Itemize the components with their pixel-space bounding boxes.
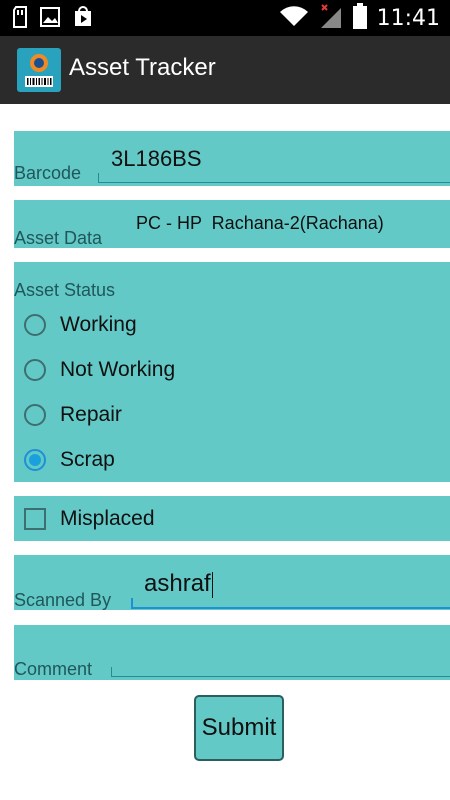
barcode-field[interactable]: 3L186BS — [111, 146, 202, 172]
misplaced-checkbox[interactable] — [24, 508, 46, 530]
radio-label: Working — [60, 313, 137, 336]
radio-button-selected[interactable] — [24, 449, 46, 471]
barcode-underline — [98, 173, 450, 183]
comment-panel: Comment — [14, 625, 450, 680]
asset-data-dropdown[interactable]: PC - HP Rachana-2(Rachana) — [136, 213, 384, 234]
asset-status-label: Asset Status — [14, 280, 116, 300]
asset-status-panel: Asset Status Working Not Working Repair … — [14, 262, 450, 482]
app-title: Asset Tracker — [69, 54, 216, 81]
radio-label: Scrap — [60, 448, 115, 471]
clock: 11:41 — [376, 5, 440, 31]
asset-data-panel: Asset Data PC - HP Rachana-2(Rachana) — [14, 200, 450, 248]
scanned-by-underline — [131, 598, 450, 609]
asset-data-label: Asset Data — [14, 228, 103, 248]
radio-working[interactable]: Working — [24, 307, 137, 343]
radio-repair[interactable]: Repair — [24, 397, 122, 433]
scanned-by-panel: Scanned By ashraf — [14, 555, 450, 610]
status-icons-left — [12, 6, 94, 32]
comment-label: Comment — [14, 659, 93, 679]
signal-no-service-icon — [319, 4, 343, 32]
radio-button[interactable] — [24, 359, 46, 381]
battery-icon — [352, 3, 367, 33]
scanned-by-field[interactable]: ashraf — [144, 570, 214, 598]
misplaced-panel: Misplaced — [14, 496, 450, 541]
radio-button[interactable] — [24, 314, 46, 336]
misplaced-label: Misplaced — [60, 507, 155, 530]
barcode-panel: Barcode 3L186BS — [14, 131, 450, 186]
radio-not-working[interactable]: Not Working — [24, 352, 175, 388]
sd-card-icon — [12, 6, 28, 32]
submit-button[interactable]: Submit — [194, 695, 284, 761]
scanned-by-value: ashraf — [144, 570, 211, 597]
radio-label: Not Working — [60, 358, 176, 381]
status-icons-right: 11:41 — [279, 0, 440, 36]
comment-field[interactable] — [124, 640, 444, 668]
scanned-by-label: Scanned By — [14, 590, 112, 610]
radio-scrap[interactable]: Scrap — [24, 442, 115, 478]
misplaced-checkbox-row[interactable]: Misplaced — [24, 501, 155, 537]
action-bar: Asset Tracker — [0, 36, 450, 104]
wifi-icon — [279, 5, 309, 31]
status-bar: 11:41 — [0, 0, 450, 36]
comment-underline — [111, 667, 450, 677]
barcode-app-icon — [17, 48, 61, 92]
text-cursor — [211, 571, 214, 598]
barcode-label: Barcode — [14, 163, 82, 183]
radio-button[interactable] — [24, 404, 46, 426]
image-icon — [40, 7, 60, 31]
play-store-icon — [72, 6, 94, 32]
radio-label: Repair — [60, 403, 122, 426]
